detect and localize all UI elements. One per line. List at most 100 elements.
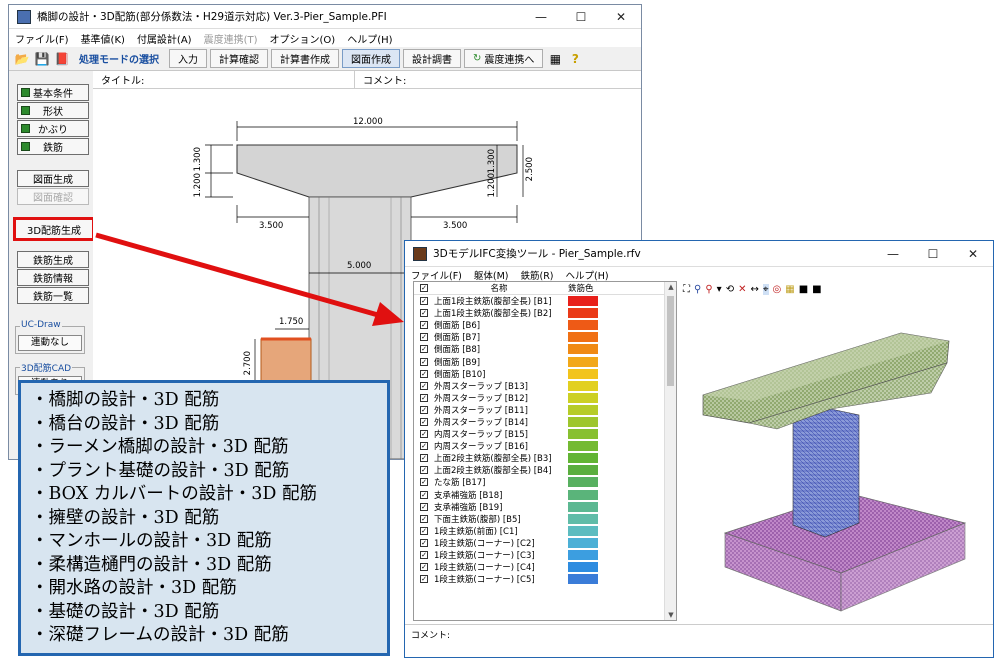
rebar-color-swatch[interactable] xyxy=(568,308,598,319)
3d-view[interactable]: ⛶ ⚲ ⚲ ▾ ⟲ ✕ ↔ ⌖ ◎ ▦ ■ ■ xyxy=(681,281,989,621)
calculator-icon[interactable]: ▦ xyxy=(546,50,564,68)
rebar-list-button[interactable]: 鉄筋一覧 xyxy=(17,287,89,304)
report-button[interactable]: 計算書作成 xyxy=(271,49,339,68)
rebar-checkbox[interactable]: ✓ xyxy=(420,417,428,426)
rebar-generate-button[interactable]: 鉄筋生成 xyxy=(17,251,89,268)
3d-rebar-generate-button[interactable]: 3D配筋生成 xyxy=(13,217,95,241)
rebar-checkbox[interactable]: ✓ xyxy=(420,321,428,330)
rebar-row[interactable]: ✓ 上面2段主鉄筋(腹部全長) [B4] xyxy=(414,464,676,476)
rebar-color-swatch[interactable] xyxy=(568,574,598,585)
maximize-button[interactable]: ☐ xyxy=(561,10,601,24)
move-icon[interactable]: ↔ xyxy=(750,284,758,295)
rebar-checkbox[interactable]: ✓ xyxy=(420,551,428,560)
rebar-color-swatch[interactable] xyxy=(568,404,598,415)
rebar-checkbox[interactable]: ✓ xyxy=(420,502,428,511)
rebar-color-swatch[interactable] xyxy=(568,550,598,561)
ifc-close-button[interactable]: ✕ xyxy=(953,247,993,261)
binoculars-icon[interactable]: ⚲ xyxy=(694,284,701,295)
seismic-link-button[interactable]: ↻ 震度連携へ xyxy=(464,49,544,68)
rebar-row[interactable]: ✓ 側面筋 [B7] xyxy=(414,331,676,343)
rebar-color-swatch[interactable] xyxy=(568,429,598,440)
drawing-button[interactable]: 図面作成 xyxy=(342,49,400,68)
rebar-row[interactable]: ✓ 1段主鉄筋(前面) [C1] xyxy=(414,525,676,537)
menu-file[interactable]: ファイル(F) xyxy=(15,31,69,46)
rebar-color-swatch[interactable] xyxy=(568,320,598,331)
rebar-checkbox[interactable]: ✓ xyxy=(420,345,428,354)
rebar-button[interactable]: 鉄筋 xyxy=(17,138,89,155)
scroll-down-icon[interactable]: ▼ xyxy=(665,611,676,619)
rebar-row[interactable]: ✓ 上面2段主鉄筋(腹部全長) [B3] xyxy=(414,452,676,464)
rebar-checkbox[interactable]: ✓ xyxy=(420,297,428,306)
basic-conditions-button[interactable]: 基本条件 xyxy=(17,84,89,101)
menu-option[interactable]: オプション(O) xyxy=(270,31,336,46)
rebar-list-scrollbar[interactable]: ▲ ▼ xyxy=(664,282,676,620)
open-icon[interactable]: 📂 xyxy=(13,50,31,68)
calc-check-button[interactable]: 計算確認 xyxy=(210,49,268,68)
camera-icon[interactable]: ■ xyxy=(799,284,808,295)
rebar-row[interactable]: ✓ 外周スターラップ [B13] xyxy=(414,380,676,392)
rebar-color-swatch[interactable] xyxy=(568,537,598,548)
rebar-checkbox[interactable]: ✓ xyxy=(420,333,428,342)
camera2-icon[interactable]: ■ xyxy=(812,284,821,295)
rebar-color-swatch[interactable] xyxy=(568,332,598,343)
rebar-row[interactable]: ✓ たな筋 [B17] xyxy=(414,476,676,488)
rebar-row[interactable]: ✓ 側面筋 [B9] xyxy=(414,355,676,368)
ifc-menu-rebar[interactable]: 鉄筋(R) xyxy=(521,268,554,282)
rebar-row[interactable]: ✓ 上面1段主鉄筋(腹部全長) [B1] xyxy=(414,295,676,307)
rebar-color-swatch[interactable] xyxy=(568,525,598,536)
rebar-row[interactable]: ✓ 1段主鉄筋(コーナー) [C3] xyxy=(414,549,676,561)
uc-draw-link-button[interactable]: 連動なし xyxy=(18,335,82,351)
ifc-minimize-button[interactable]: — xyxy=(873,247,913,261)
ifc-menu-help[interactable]: ヘルプ(H) xyxy=(566,268,609,282)
drawing-generate-button[interactable]: 図面生成 xyxy=(17,170,89,187)
rebar-row[interactable]: ✓ 支承補強筋 [B19] xyxy=(414,501,676,513)
cover-button[interactable]: かぶり xyxy=(17,120,89,137)
rebar-row[interactable]: ✓ 側面筋 [B8] xyxy=(414,343,676,355)
rebar-row[interactable]: ✓ 上面1段主鉄筋(腹部全長) [B2] xyxy=(414,307,676,319)
rebar-checkbox[interactable]: ✓ xyxy=(420,454,428,463)
rebar-checkbox[interactable]: ✓ xyxy=(420,369,428,378)
ifc-menu-file[interactable]: ファイル(F) xyxy=(411,268,462,282)
select-icon[interactable]: ⌖ xyxy=(762,283,769,295)
rebar-checkbox[interactable]: ✓ xyxy=(420,393,428,402)
binoculars-red-icon[interactable]: ⚲ xyxy=(705,284,712,295)
rebar-color-swatch[interactable] xyxy=(568,513,598,524)
rebar-color-swatch[interactable] xyxy=(568,453,598,464)
rebar-color-swatch[interactable] xyxy=(568,562,598,573)
rebar-color-swatch[interactable] xyxy=(568,356,598,367)
rebar-checkbox[interactable]: ✓ xyxy=(420,405,428,414)
menu-standard[interactable]: 基準値(K) xyxy=(81,31,125,46)
rebar-color-swatch[interactable] xyxy=(568,392,598,403)
rebar-checkbox[interactable]: ✓ xyxy=(420,538,428,547)
rebar-row[interactable]: ✓ 外周スターラップ [B12] xyxy=(414,392,676,404)
dropdown-icon[interactable]: ▾ xyxy=(717,284,722,295)
grid-color-icon[interactable]: ▦ xyxy=(785,284,794,295)
rebar-checkbox[interactable]: ✓ xyxy=(420,309,428,318)
rebar-color-swatch[interactable] xyxy=(568,477,598,488)
book-icon[interactable]: 📕 xyxy=(53,50,71,68)
rotate-icon[interactable]: ⟲ xyxy=(726,284,734,295)
rebar-row[interactable]: ✓ 1段主鉄筋(コーナー) [C2] xyxy=(414,537,676,549)
rebar-info-button[interactable]: 鉄筋情報 xyxy=(17,269,89,286)
rebar-checkbox[interactable]: ✓ xyxy=(420,526,428,535)
rebar-color-swatch[interactable] xyxy=(568,501,598,512)
menu-attached-design[interactable]: 付属設計(A) xyxy=(137,31,192,46)
target-icon[interactable]: ◎ xyxy=(773,284,782,295)
input-button[interactable]: 入力 xyxy=(169,49,207,68)
rebar-checkbox[interactable]: ✓ xyxy=(420,466,428,475)
close-button[interactable]: ✕ xyxy=(601,10,641,24)
shape-button[interactable]: 形状 xyxy=(17,102,89,119)
rebar-color-swatch[interactable] xyxy=(568,416,598,427)
drawing-confirm-button[interactable]: 図面確認 xyxy=(17,188,89,205)
design-sheet-button[interactable]: 設計調書 xyxy=(403,49,461,68)
ifc-maximize-button[interactable]: ☐ xyxy=(913,247,953,261)
rebar-row[interactable]: ✓ 支承補強筋 [B18] xyxy=(414,489,676,501)
rebar-row[interactable]: ✓ 1段主鉄筋(コーナー) [C4] xyxy=(414,561,676,573)
rebar-row[interactable]: ✓ 側面筋 [B10] xyxy=(414,368,676,380)
rebar-checkbox[interactable]: ✓ xyxy=(420,575,428,584)
fit-icon[interactable]: ⛶ xyxy=(683,284,690,295)
rebar-checkbox[interactable]: ✓ xyxy=(420,442,428,451)
rebar-row[interactable]: ✓ 内周スターラップ [B16] xyxy=(414,440,676,452)
rebar-checkbox[interactable]: ✓ xyxy=(420,490,428,499)
rebar-color-swatch[interactable] xyxy=(568,296,598,307)
